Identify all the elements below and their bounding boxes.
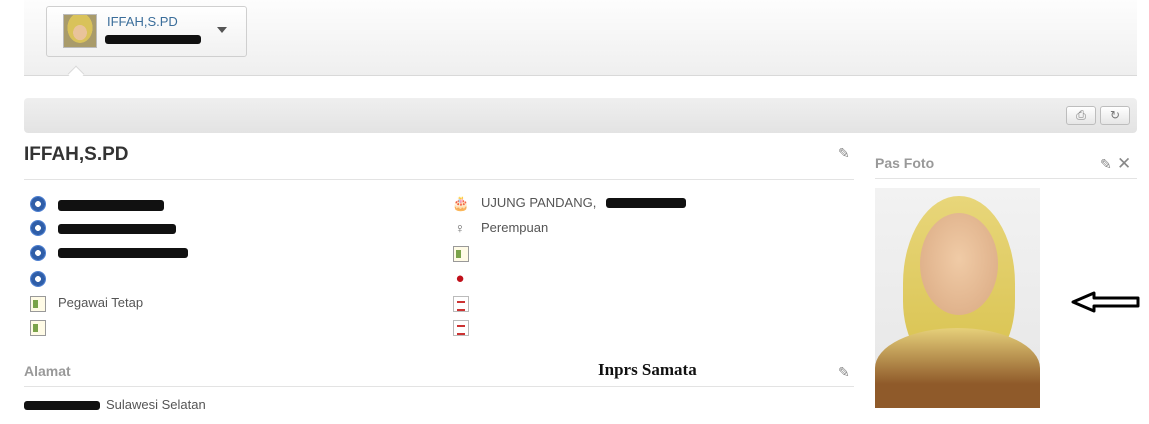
print-button[interactable]: ⎙	[1066, 106, 1096, 125]
divider	[875, 178, 1137, 179]
divider	[24, 386, 854, 387]
user-avatar	[63, 14, 97, 48]
refresh-icon: ↻	[1109, 108, 1121, 122]
edit-photo-pencil-icon[interactable]: ✎	[1100, 156, 1112, 173]
id-card-icon	[30, 320, 46, 336]
profile-photo	[875, 188, 1040, 408]
blood-drop-icon: ●	[455, 270, 465, 287]
user-header-bar: IFFAH,S.PD	[24, 0, 1137, 76]
employee-status: Pegawai Tetap	[58, 295, 144, 310]
profile-name: IFFAH,S.PD	[24, 144, 129, 165]
left-arrow-annotation-icon	[1071, 291, 1140, 313]
redacted-text	[606, 198, 686, 208]
birthday-cake-icon: 🎂	[452, 195, 470, 211]
redacted-text	[58, 248, 188, 258]
edit-address-pencil-icon[interactable]: ✎	[838, 364, 850, 381]
gender-female-icon: ♀	[454, 220, 466, 236]
refresh-button[interactable]: ↻	[1100, 106, 1130, 125]
emblem-icon	[30, 196, 46, 212]
emblem-icon	[30, 245, 46, 261]
address-value: Sulawesi Selatan	[106, 397, 206, 412]
id-card-icon	[453, 246, 469, 262]
document-icon	[453, 320, 469, 336]
close-icon[interactable]: ✕	[1117, 154, 1131, 174]
user-menu-name: IFFAH,S.PD	[107, 14, 178, 29]
edit-profile-pencil-icon[interactable]: ✎	[838, 145, 850, 162]
flag-icon	[453, 296, 469, 312]
emblem-icon	[30, 220, 46, 236]
action-toolbar: ⎙ ↻	[24, 98, 1137, 133]
redacted-text	[105, 35, 201, 44]
id-card-icon	[30, 296, 46, 312]
address-title: Alamat	[24, 363, 71, 379]
redacted-text	[58, 200, 164, 211]
emblem-icon	[30, 271, 46, 287]
redacted-text	[58, 224, 176, 234]
birth-place: UJUNG PANDANG,	[481, 195, 597, 210]
redacted-text	[24, 401, 100, 410]
gender: Perempuan	[481, 220, 549, 235]
annotation-text: Inprs Samata	[598, 360, 697, 379]
chevron-down-icon[interactable]	[217, 27, 227, 33]
user-menu-dropdown[interactable]: IFFAH,S.PD	[46, 6, 247, 57]
divider	[24, 179, 854, 180]
photo-panel-title: Pas Foto	[875, 155, 935, 171]
printer-icon: ⎙	[1076, 108, 1086, 122]
